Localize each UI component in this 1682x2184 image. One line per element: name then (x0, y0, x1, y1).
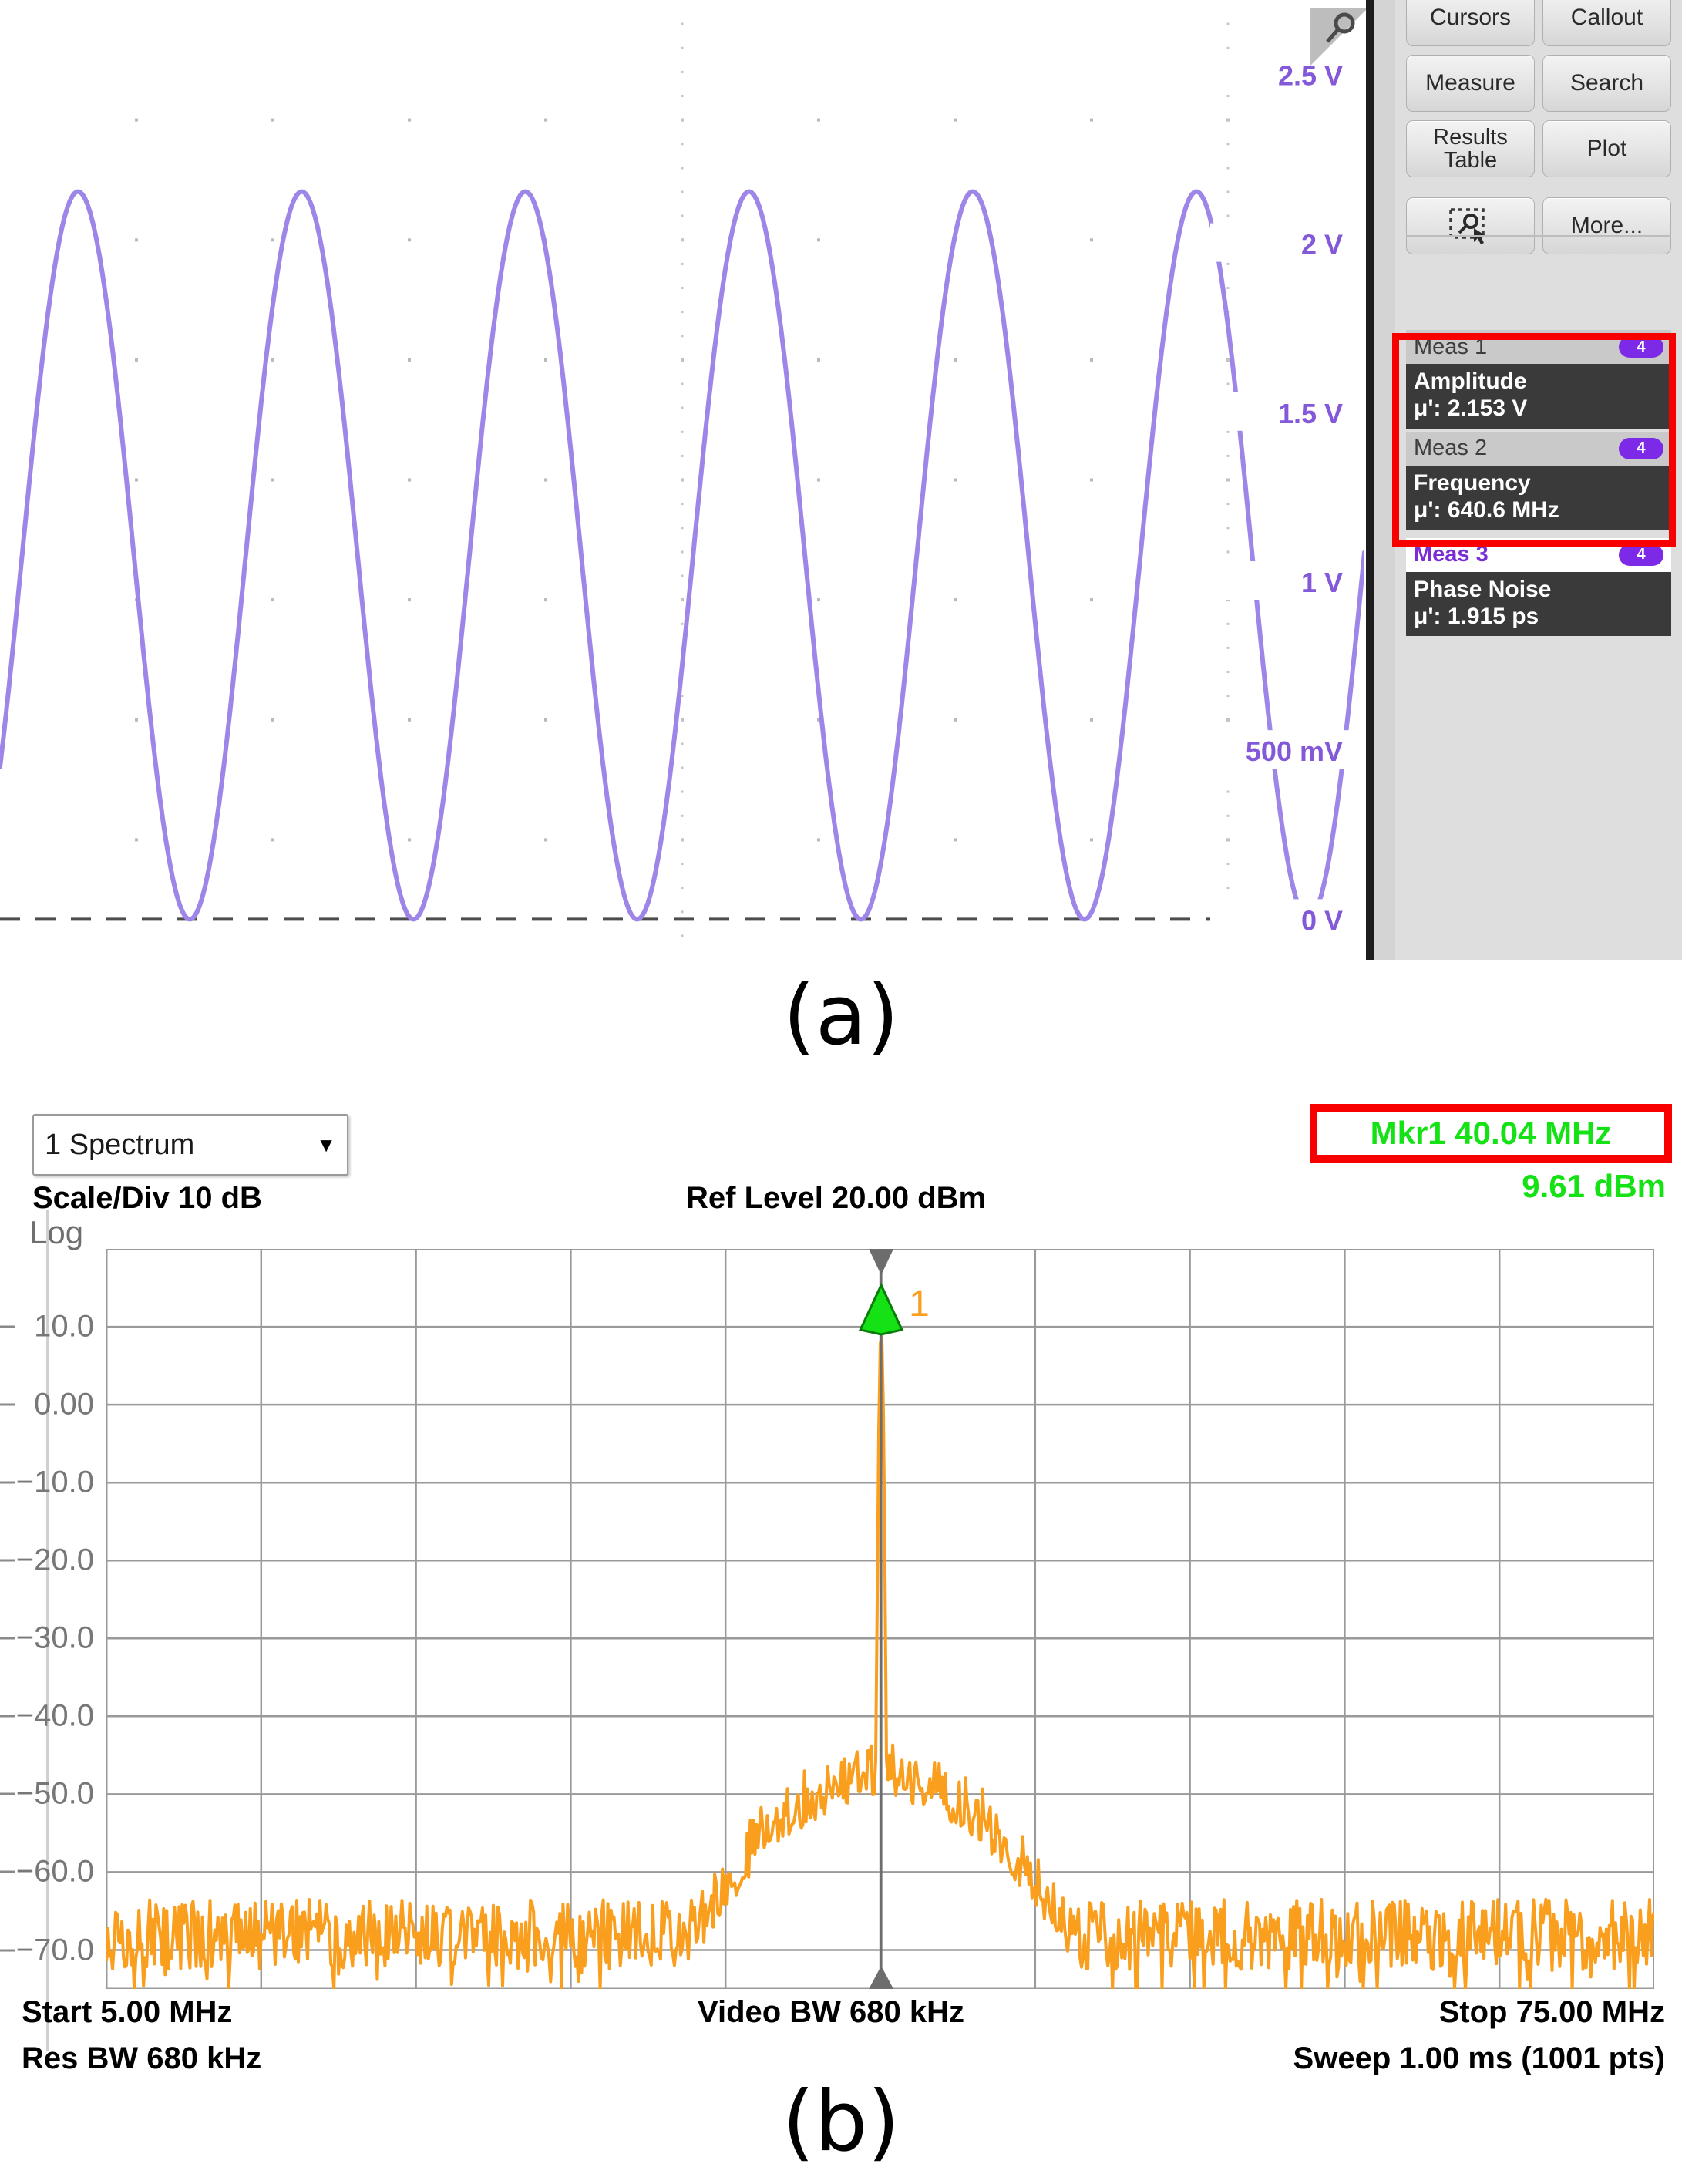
spectrum-plot-area[interactable]: 1 (106, 1249, 1654, 1989)
meas2-channel-badge: 4 (1619, 437, 1663, 459)
button-row: Results Table Plot (1406, 120, 1671, 177)
svg-text:2 V: 2 V (1301, 229, 1343, 261)
marker-readout-box: Mkr1 40.04 MHz (1310, 1104, 1672, 1163)
reference-level-label: Ref Level 20.00 dBm (686, 1181, 987, 1215)
measurement-badge-stack: Meas 1 4 Amplitude μ': 2.153 V Meas 2 4 … (1406, 330, 1671, 639)
svg-text:1 V: 1 V (1301, 567, 1343, 598)
meas2-value: μ': 640.6 MHz (1414, 497, 1559, 523)
scale-per-division-label: Scale/Div 10 dB (32, 1181, 262, 1215)
y-axis-tick-mark (0, 1403, 15, 1406)
measurement-badge-2[interactable]: Meas 2 4 Frequency μ': 640.6 MHz (1406, 431, 1671, 530)
rail-separator (1406, 235, 1671, 237)
figure-label-a: (a) (782, 967, 900, 1064)
meas2-slot-label: Meas 2 (1414, 436, 1488, 461)
y-axis-tick-label: −70.0 (15, 1933, 94, 1967)
y-axis-tick-label: 10.0 (34, 1309, 94, 1344)
meas2-name: Frequency (1414, 469, 1531, 496)
measurement-badge-header: Meas 1 4 (1406, 330, 1671, 364)
y-axis-tick-mark (0, 1870, 15, 1873)
measurement-badge-body: Amplitude μ': 2.153 V (1406, 364, 1671, 429)
magnifier-corner-icon[interactable] (1310, 8, 1368, 66)
measurement-badge-body: Phase Noise μ': 1.915 ps (1406, 571, 1671, 637)
y-axis-tick-mark (0, 1949, 15, 1951)
button-row: Measure Search (1406, 55, 1671, 112)
measurement-badge-1[interactable]: Meas 1 4 Amplitude μ': 2.153 V (1406, 330, 1671, 429)
oscilloscope-panel: 2.5 V2 V1.5 V1 V500 mV0 V2.5 V2 V1.5 V1 … (0, 0, 1682, 979)
y-axis-tick-label: 0.00 (34, 1387, 94, 1422)
spectrum-analyzer-panel: 1 Spectrum ▼ Scale/Div 10 dB Ref Level 2… (0, 1095, 1682, 2081)
results-table-button[interactable]: Results Table (1406, 120, 1535, 177)
resolution-bandwidth-label: Res BW 680 kHz (22, 2041, 262, 2075)
button-row: Cursors Callout (1406, 0, 1671, 46)
spectrum-source-select[interactable]: 1 Spectrum ▼ (32, 1114, 348, 1176)
meas1-value: μ': 2.153 V (1414, 395, 1528, 422)
zoom-select-button[interactable] (1406, 197, 1535, 254)
callout-button[interactable]: Callout (1542, 0, 1671, 46)
y-axis-tick-mark (0, 1481, 15, 1484)
measurement-badge-header: Meas 2 4 (1406, 431, 1671, 466)
meas1-channel-badge: 4 (1619, 336, 1663, 358)
measurement-badge-3[interactable]: Meas 3 4 Phase Noise μ': 1.915 ps (1406, 537, 1671, 637)
figure-label-b: (b) (782, 2074, 900, 2170)
results-table-label: Results Table (1433, 124, 1508, 173)
svg-text:0 V: 0 V (1301, 904, 1343, 936)
meas1-slot-label: Meas 1 (1414, 334, 1488, 359)
start-frequency-label: Start 5.00 MHz (22, 1995, 233, 2029)
y-axis-tick-label: −20.0 (15, 1543, 94, 1577)
y-axis-tick-mark (0, 1715, 15, 1718)
chevron-down-icon: ▼ (316, 1132, 336, 1156)
cursors-button[interactable]: Cursors (1406, 0, 1535, 46)
plot-button[interactable]: Plot (1542, 120, 1671, 177)
marker-frequency-readout: Mkr1 40.04 MHz (1370, 1115, 1612, 1151)
meas1-name: Amplitude (1414, 368, 1527, 394)
button-row: More... (1406, 197, 1671, 254)
y-axis-tick-mark (0, 1325, 15, 1328)
zoom-select-icon (1448, 207, 1493, 244)
measure-button[interactable]: Measure (1406, 55, 1535, 112)
svg-text:500 mV: 500 mV (1246, 735, 1343, 767)
log-scale-label: Log (29, 1214, 84, 1250)
y-axis-tick-label: −30.0 (15, 1620, 94, 1655)
video-bandwidth-label: Video BW 680 kHz (698, 1995, 965, 2029)
meas3-name: Phase Noise (1414, 576, 1552, 602)
meas3-channel-badge: 4 (1619, 543, 1663, 566)
y-axis-tick-mark (0, 1792, 15, 1795)
sweep-time-label: Sweep 1.00 ms (1001 pts) (1293, 2041, 1665, 2075)
y-axis-tick-mark (0, 1559, 15, 1562)
search-button[interactable]: Search (1542, 55, 1671, 112)
y-axis-tick-label: −10.0 (15, 1465, 94, 1499)
meas3-slot-label: Meas 3 (1414, 542, 1489, 567)
y-axis-tick-label: −60.0 (15, 1854, 94, 1889)
y-axis-tick-mark (0, 1637, 15, 1640)
more-button[interactable]: More... (1542, 197, 1671, 254)
measurement-badge-body: Frequency μ': 640.6 MHz (1406, 465, 1671, 530)
svg-text:1.5 V: 1.5 V (1278, 398, 1343, 429)
svg-text:1: 1 (909, 1284, 930, 1324)
measurement-badge-header: Meas 3 4 (1406, 537, 1671, 572)
oscilloscope-graticule[interactable]: 2.5 V2 V1.5 V1 V500 mV0 V2.5 V2 V1.5 V1 … (0, 0, 1364, 960)
oscilloscope-waveform-plot: 2.5 V2 V1.5 V1 V500 mV0 V2.5 V2 V1.5 V1 … (0, 22, 1364, 938)
control-button-grid: Cursors Callout Measure Search Results T… (1406, 0, 1671, 263)
spectrum-source-label: 1 Spectrum (45, 1128, 195, 1161)
spectrum-y-axis-ticks: 10.0 0.00 −10.0 −20.0 −30.0 −40.0 −50.0 −60.0 −7… (0, 1249, 106, 1989)
stop-frequency-label: Stop 75.00 MHz (1438, 1995, 1665, 2029)
panel-divider (1366, 0, 1374, 960)
marker-power-readout: 9.61 dBm (1522, 1168, 1666, 1204)
oscilloscope-button-rail: Cursors Callout Measure Search Results T… (1395, 0, 1682, 960)
y-axis-tick-label: −50.0 (15, 1776, 94, 1811)
meas3-value: μ': 1.915 ps (1414, 603, 1539, 629)
panel-drag-handle[interactable] (1374, 0, 1396, 960)
y-axis-tick-label: −40.0 (15, 1698, 94, 1733)
spectrum-trace-plot: 1 (106, 1249, 1654, 1989)
